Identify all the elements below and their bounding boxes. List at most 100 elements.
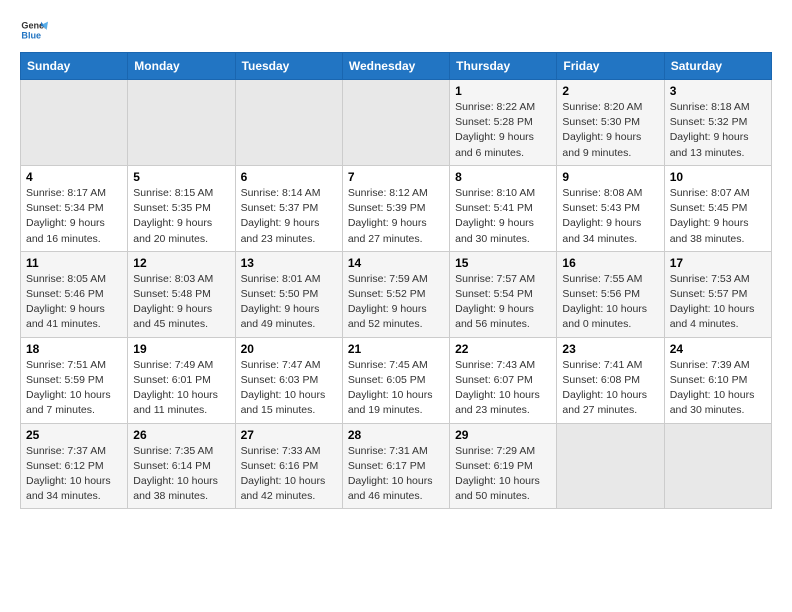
day-info: Sunrise: 8:20 AMSunset: 5:30 PMDaylight:… bbox=[562, 100, 658, 161]
day-info: Sunrise: 8:12 AMSunset: 5:39 PMDaylight:… bbox=[348, 186, 444, 247]
day-number: 11 bbox=[26, 256, 122, 270]
calendar-cell: 11 Sunrise: 8:05 AMSunset: 5:46 PMDayligh… bbox=[21, 251, 128, 337]
calendar-cell: 7 Sunrise: 8:12 AMSunset: 5:39 PMDaylight… bbox=[342, 165, 449, 251]
calendar-cell: 29 Sunrise: 7:29 AMSunset: 6:19 PMDayligh… bbox=[450, 423, 557, 509]
day-number: 23 bbox=[562, 342, 658, 356]
day-number: 28 bbox=[348, 428, 444, 442]
header-cell-tuesday: Tuesday bbox=[235, 53, 342, 80]
calendar-cell: 2 Sunrise: 8:20 AMSunset: 5:30 PMDaylight… bbox=[557, 80, 664, 166]
day-number: 6 bbox=[241, 170, 337, 184]
day-info: Sunrise: 8:17 AMSunset: 5:34 PMDaylight:… bbox=[26, 186, 122, 247]
day-info: Sunrise: 8:14 AMSunset: 5:37 PMDaylight:… bbox=[241, 186, 337, 247]
header-cell-monday: Monday bbox=[128, 53, 235, 80]
day-number: 19 bbox=[133, 342, 229, 356]
day-number: 12 bbox=[133, 256, 229, 270]
day-number: 4 bbox=[26, 170, 122, 184]
day-info: Sunrise: 8:08 AMSunset: 5:43 PMDaylight:… bbox=[562, 186, 658, 247]
day-info: Sunrise: 7:53 AMSunset: 5:57 PMDaylight:… bbox=[670, 272, 766, 333]
day-number: 1 bbox=[455, 84, 551, 98]
calendar-cell: 17 Sunrise: 7:53 AMSunset: 5:57 PMDayligh… bbox=[664, 251, 771, 337]
calendar-cell: 6 Sunrise: 8:14 AMSunset: 5:37 PMDaylight… bbox=[235, 165, 342, 251]
calendar-cell: 19 Sunrise: 7:49 AMSunset: 6:01 PMDayligh… bbox=[128, 337, 235, 423]
calendar-cell: 13 Sunrise: 8:01 AMSunset: 5:50 PMDayligh… bbox=[235, 251, 342, 337]
day-info: Sunrise: 8:10 AMSunset: 5:41 PMDaylight:… bbox=[455, 186, 551, 247]
week-row-4: 18 Sunrise: 7:51 AMSunset: 5:59 PMDayligh… bbox=[21, 337, 772, 423]
calendar-cell: 10 Sunrise: 8:07 AMSunset: 5:45 PMDayligh… bbox=[664, 165, 771, 251]
calendar-cell: 9 Sunrise: 8:08 AMSunset: 5:43 PMDaylight… bbox=[557, 165, 664, 251]
day-info: Sunrise: 7:45 AMSunset: 6:05 PMDaylight:… bbox=[348, 358, 444, 419]
day-number: 22 bbox=[455, 342, 551, 356]
calendar-cell: 20 Sunrise: 7:47 AMSunset: 6:03 PMDayligh… bbox=[235, 337, 342, 423]
calendar-cell: 1 Sunrise: 8:22 AMSunset: 5:28 PMDaylight… bbox=[450, 80, 557, 166]
day-number: 24 bbox=[670, 342, 766, 356]
week-row-3: 11 Sunrise: 8:05 AMSunset: 5:46 PMDayligh… bbox=[21, 251, 772, 337]
header-cell-sunday: Sunday bbox=[21, 53, 128, 80]
calendar-cell: 12 Sunrise: 8:03 AMSunset: 5:48 PMDayligh… bbox=[128, 251, 235, 337]
day-number: 13 bbox=[241, 256, 337, 270]
header-cell-friday: Friday bbox=[557, 53, 664, 80]
header-cell-saturday: Saturday bbox=[664, 53, 771, 80]
day-info: Sunrise: 7:39 AMSunset: 6:10 PMDaylight:… bbox=[670, 358, 766, 419]
day-number: 18 bbox=[26, 342, 122, 356]
calendar-cell bbox=[128, 80, 235, 166]
day-number: 2 bbox=[562, 84, 658, 98]
calendar-cell: 3 Sunrise: 8:18 AMSunset: 5:32 PMDaylight… bbox=[664, 80, 771, 166]
calendar-cell: 21 Sunrise: 7:45 AMSunset: 6:05 PMDayligh… bbox=[342, 337, 449, 423]
calendar-cell: 4 Sunrise: 8:17 AMSunset: 5:34 PMDaylight… bbox=[21, 165, 128, 251]
day-number: 20 bbox=[241, 342, 337, 356]
calendar-cell bbox=[557, 423, 664, 509]
day-info: Sunrise: 7:29 AMSunset: 6:19 PMDaylight:… bbox=[455, 444, 551, 505]
day-info: Sunrise: 8:22 AMSunset: 5:28 PMDaylight:… bbox=[455, 100, 551, 161]
week-row-5: 25 Sunrise: 7:37 AMSunset: 6:12 PMDayligh… bbox=[21, 423, 772, 509]
day-info: Sunrise: 7:59 AMSunset: 5:52 PMDaylight:… bbox=[348, 272, 444, 333]
day-number: 7 bbox=[348, 170, 444, 184]
day-info: Sunrise: 7:47 AMSunset: 6:03 PMDaylight:… bbox=[241, 358, 337, 419]
day-number: 9 bbox=[562, 170, 658, 184]
day-info: Sunrise: 7:33 AMSunset: 6:16 PMDaylight:… bbox=[241, 444, 337, 505]
day-info: Sunrise: 7:51 AMSunset: 5:59 PMDaylight:… bbox=[26, 358, 122, 419]
header-cell-thursday: Thursday bbox=[450, 53, 557, 80]
calendar-cell bbox=[342, 80, 449, 166]
day-info: Sunrise: 7:37 AMSunset: 6:12 PMDaylight:… bbox=[26, 444, 122, 505]
week-row-1: 1 Sunrise: 8:22 AMSunset: 5:28 PMDaylight… bbox=[21, 80, 772, 166]
day-number: 29 bbox=[455, 428, 551, 442]
day-info: Sunrise: 7:57 AMSunset: 5:54 PMDaylight:… bbox=[455, 272, 551, 333]
day-info: Sunrise: 8:01 AMSunset: 5:50 PMDaylight:… bbox=[241, 272, 337, 333]
day-number: 26 bbox=[133, 428, 229, 442]
day-number: 17 bbox=[670, 256, 766, 270]
header-cell-wednesday: Wednesday bbox=[342, 53, 449, 80]
day-number: 14 bbox=[348, 256, 444, 270]
calendar-cell: 23 Sunrise: 7:41 AMSunset: 6:08 PMDayligh… bbox=[557, 337, 664, 423]
calendar-cell: 27 Sunrise: 7:33 AMSunset: 6:16 PMDayligh… bbox=[235, 423, 342, 509]
day-info: Sunrise: 8:18 AMSunset: 5:32 PMDaylight:… bbox=[670, 100, 766, 161]
calendar-cell: 15Sunrise: 7:57 AMSunset: 5:54 PMDayligh… bbox=[450, 251, 557, 337]
week-row-2: 4 Sunrise: 8:17 AMSunset: 5:34 PMDaylight… bbox=[21, 165, 772, 251]
calendar-cell: 5 Sunrise: 8:15 AMSunset: 5:35 PMDaylight… bbox=[128, 165, 235, 251]
calendar-cell bbox=[235, 80, 342, 166]
calendar-cell bbox=[664, 423, 771, 509]
calendar-cell: 28Sunrise: 7:31 AMSunset: 6:17 PMDayligh… bbox=[342, 423, 449, 509]
day-info: Sunrise: 8:05 AMSunset: 5:46 PMDaylight:… bbox=[26, 272, 122, 333]
day-number: 10 bbox=[670, 170, 766, 184]
calendar-cell: 26 Sunrise: 7:35 AMSunset: 6:14 PMDayligh… bbox=[128, 423, 235, 509]
day-number: 27 bbox=[241, 428, 337, 442]
svg-text:Blue: Blue bbox=[21, 30, 41, 40]
day-number: 5 bbox=[133, 170, 229, 184]
calendar-cell: 16Sunrise: 7:55 AMSunset: 5:56 PMDayligh… bbox=[557, 251, 664, 337]
day-info: Sunrise: 8:03 AMSunset: 5:48 PMDaylight:… bbox=[133, 272, 229, 333]
day-info: Sunrise: 8:15 AMSunset: 5:35 PMDaylight:… bbox=[133, 186, 229, 247]
day-number: 21 bbox=[348, 342, 444, 356]
day-info: Sunrise: 8:07 AMSunset: 5:45 PMDaylight:… bbox=[670, 186, 766, 247]
calendar-cell: 18 Sunrise: 7:51 AMSunset: 5:59 PMDayligh… bbox=[21, 337, 128, 423]
header: General Blue bbox=[20, 16, 772, 44]
calendar-cell: 24 Sunrise: 7:39 AMSunset: 6:10 PMDayligh… bbox=[664, 337, 771, 423]
day-info: Sunrise: 7:41 AMSunset: 6:08 PMDaylight:… bbox=[562, 358, 658, 419]
day-number: 3 bbox=[670, 84, 766, 98]
day-number: 16 bbox=[562, 256, 658, 270]
day-info: Sunrise: 7:43 AMSunset: 6:07 PMDaylight:… bbox=[455, 358, 551, 419]
day-number: 8 bbox=[455, 170, 551, 184]
logo: General Blue bbox=[20, 16, 52, 44]
day-number: 25 bbox=[26, 428, 122, 442]
day-info: Sunrise: 7:35 AMSunset: 6:14 PMDaylight:… bbox=[133, 444, 229, 505]
day-info: Sunrise: 7:49 AMSunset: 6:01 PMDaylight:… bbox=[133, 358, 229, 419]
